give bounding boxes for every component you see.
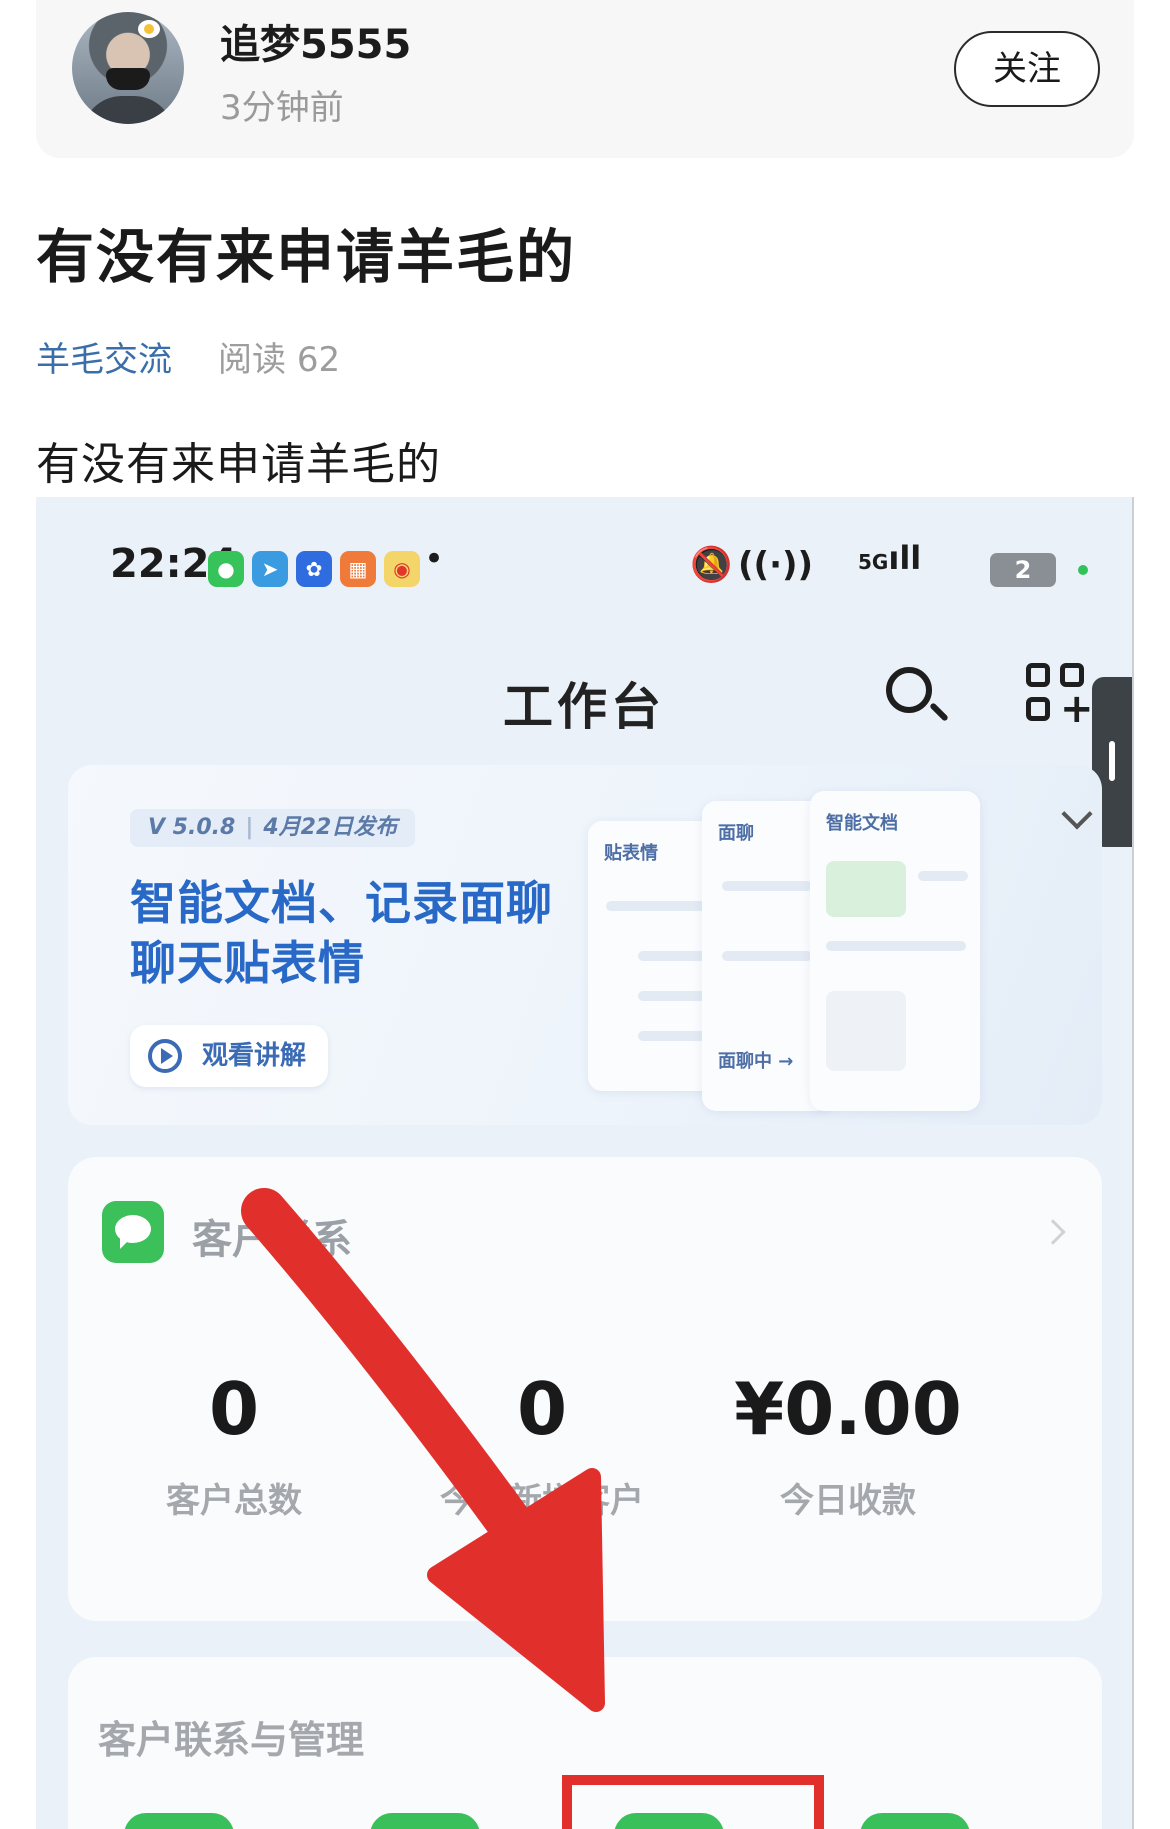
highlight-box bbox=[562, 1775, 824, 1829]
avatar[interactable] bbox=[72, 12, 184, 124]
reads-count: 62 bbox=[296, 340, 341, 380]
post-time: 3分钟前 bbox=[220, 88, 344, 128]
avatar-mask bbox=[106, 68, 150, 90]
post-category-link[interactable]: 羊毛交流 bbox=[36, 332, 172, 381]
avatar-egg-decoration bbox=[138, 20, 160, 38]
avatar-body bbox=[82, 96, 174, 124]
author-name[interactable]: 追梦5555 bbox=[220, 12, 411, 70]
follow-button[interactable]: 关注 bbox=[954, 31, 1100, 107]
red-arrow-annotation bbox=[241, 1188, 605, 1712]
post-read-count: 阅读 62 bbox=[218, 332, 340, 381]
post-title: 有没有来申请羊毛的 bbox=[36, 223, 577, 291]
reads-label: 阅读 bbox=[218, 340, 286, 380]
post-body: 有没有来申请羊毛的 bbox=[36, 439, 441, 490]
attached-screenshot[interactable]: 22:24 ● ➤ ✿ ▦ ◉ • 🔕 ((·)) 5Gıll 2 工作台 + … bbox=[36, 497, 1134, 1829]
author-card: 追梦5555 3分钟前 关注 bbox=[36, 0, 1134, 158]
